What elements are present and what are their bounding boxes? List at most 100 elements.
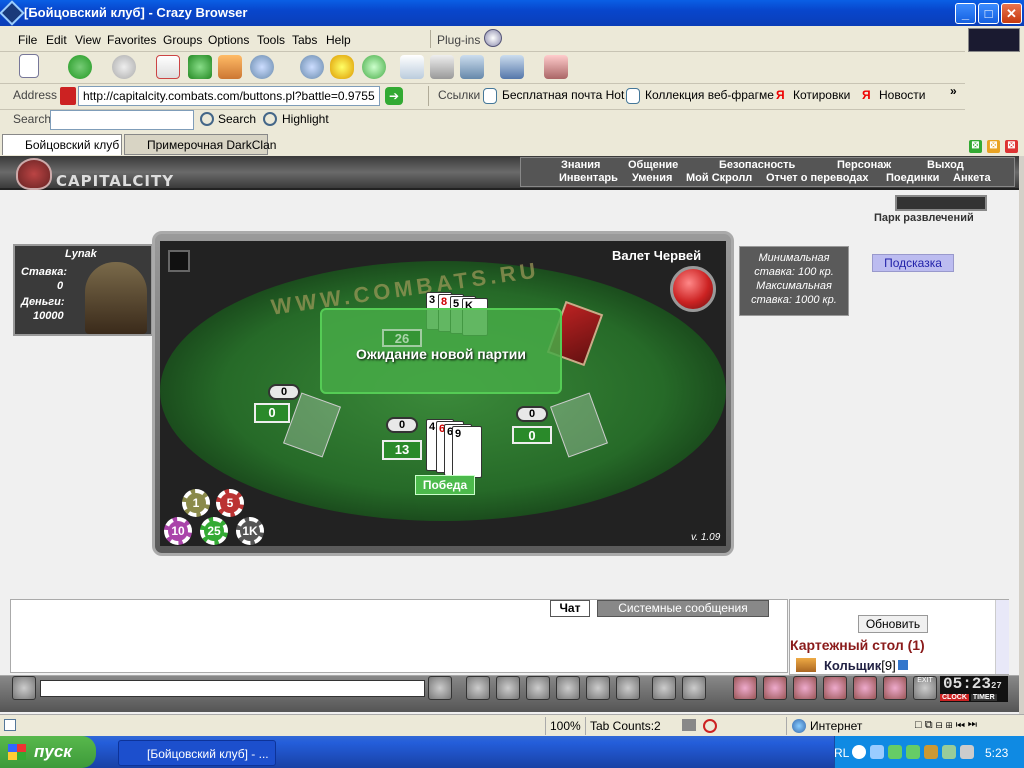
bag-icon[interactable]: [733, 676, 757, 700]
nav-inventory[interactable]: Инвентарь: [559, 172, 618, 184]
nav-security[interactable]: Безопасность: [719, 159, 795, 171]
favorites-star-icon[interactable]: [330, 55, 354, 79]
hands-icon[interactable]: [616, 676, 640, 700]
tray-clock[interactable]: 5:23: [985, 746, 1008, 760]
nav-transfer-report[interactable]: Отчет о переводах: [766, 172, 869, 184]
menu-view[interactable]: View: [75, 33, 101, 47]
tray-app-icon[interactable]: [906, 745, 920, 759]
scroll-icon[interactable]: [763, 676, 787, 700]
tray-network-icon[interactable]: [870, 745, 884, 759]
tab-fight-club[interactable]: Бойцовский клуб: [2, 134, 122, 155]
print-icon[interactable]: [430, 55, 454, 79]
tray-app-icon[interactable]: [888, 745, 902, 759]
link-hotmail[interactable]: Бесплатная почта Hot: [502, 88, 624, 102]
block-icon[interactable]: [703, 719, 717, 733]
plugins-label[interactable]: Plug-ins: [437, 33, 480, 47]
menu-help[interactable]: Help: [326, 33, 351, 47]
tab-layout-icons[interactable]: □ ⧉ ⊟ ⊞ ⏮ ⏭: [915, 719, 977, 732]
tray-app-icon[interactable]: [924, 745, 938, 759]
flag-icon[interactable]: [883, 676, 907, 700]
back-icon[interactable]: [68, 55, 92, 79]
house-icon[interactable]: [853, 676, 877, 700]
menu-file[interactable]: File: [18, 33, 37, 47]
chip-1k[interactable]: 1K: [236, 517, 264, 545]
columns-icon[interactable]: [544, 55, 568, 79]
address-input[interactable]: http://capitalcity.combats.com/buttons.p…: [78, 86, 380, 106]
forward-icon[interactable]: [112, 55, 136, 79]
window-icon[interactable]: [460, 55, 484, 79]
player-list-item[interactable]: Кольщик[9]: [824, 658, 908, 673]
taskbar-item-browser[interactable]: [Бойцовский клуб] - ...: [118, 740, 276, 766]
stop-icon[interactable]: [156, 55, 180, 79]
clock-label[interactable]: CLOCK: [940, 694, 969, 701]
table-menu-button[interactable]: [168, 250, 190, 272]
tray-back-icon[interactable]: [852, 745, 866, 759]
title-bar[interactable]: [Бойцовский клуб] - Crazy Browser _ □ ✕: [0, 0, 1024, 26]
nav-exit[interactable]: Выход: [927, 159, 964, 171]
tab-system-messages[interactable]: Системные сообщения: [597, 600, 769, 617]
percent-icon[interactable]: [586, 676, 610, 700]
menu-tabs[interactable]: Tabs: [292, 33, 317, 47]
chip-25[interactable]: 25: [200, 517, 228, 545]
hint-button[interactable]: Подсказка: [872, 254, 954, 272]
nav-communication[interactable]: Общение: [628, 159, 678, 171]
layout-icon[interactable]: [500, 55, 524, 79]
run-icon[interactable]: [556, 676, 580, 700]
players-scrollbar[interactable]: [995, 600, 1009, 674]
link-news[interactable]: Новости: [879, 88, 925, 102]
chip-10[interactable]: 10: [164, 517, 192, 545]
new-window-icon[interactable]: [19, 54, 39, 78]
history-icon[interactable]: [362, 55, 386, 79]
search-icon[interactable]: [300, 55, 324, 79]
fist-icon[interactable]: [12, 676, 36, 700]
links-chevron-icon[interactable]: »: [950, 84, 957, 98]
link-web-fragments[interactable]: Коллекция веб-фрагме: [645, 88, 774, 102]
menu-favorites[interactable]: Favorites: [107, 33, 156, 47]
tab-chat[interactable]: Чат: [550, 600, 590, 617]
nav-knowledge[interactable]: Знания: [561, 159, 600, 171]
tray-app-icon[interactable]: [942, 745, 956, 759]
go-arrow-icon[interactable]: ➔: [385, 87, 403, 105]
menu-groups[interactable]: Groups: [163, 33, 202, 47]
close-button[interactable]: ✕: [1001, 3, 1022, 24]
zoom-icon[interactable]: [250, 55, 274, 79]
player-list-name[interactable]: Кольщик: [824, 658, 881, 673]
menu-options[interactable]: Options: [208, 33, 249, 47]
mail-icon[interactable]: [400, 55, 424, 79]
smile-icon[interactable]: [652, 676, 676, 700]
filter-icon[interactable]: [496, 676, 520, 700]
home-icon[interactable]: [218, 55, 242, 79]
info-icon[interactable]: [897, 660, 908, 670]
refresh-button[interactable]: Обновить: [858, 615, 928, 633]
plugin-icon[interactable]: [484, 29, 502, 47]
menu-tools[interactable]: Tools: [257, 33, 285, 47]
search-button[interactable]: Search: [218, 112, 256, 126]
nav-my-scroll[interactable]: Мой Скролл: [686, 172, 752, 184]
highlight-button[interactable]: Highlight: [282, 112, 329, 126]
maximize-button[interactable]: □: [978, 3, 999, 24]
eraser-icon[interactable]: [466, 676, 490, 700]
armor-icon[interactable]: [823, 676, 847, 700]
tools-icon[interactable]: [682, 676, 706, 700]
chip-1[interactable]: 1: [182, 489, 210, 517]
timer-label[interactable]: TIMER: [970, 694, 997, 701]
link-quotes[interactable]: Котировки: [793, 88, 850, 102]
nav-battles[interactable]: Поединки: [886, 172, 939, 184]
chip-5[interactable]: 5: [216, 489, 244, 517]
chat-input[interactable]: [40, 680, 425, 697]
send-icon[interactable]: [428, 676, 452, 700]
nav-skills[interactable]: Умения: [632, 172, 672, 184]
nav-character[interactable]: Персонаж: [837, 159, 891, 171]
exit-icon[interactable]: EXIT: [913, 676, 937, 700]
save-icon[interactable]: [526, 676, 550, 700]
zoom-level[interactable]: 100%: [550, 719, 581, 733]
search-input[interactable]: [50, 110, 194, 130]
park-link[interactable]: Парк развлечений: [874, 212, 974, 224]
tray-volume-icon[interactable]: [960, 745, 974, 759]
refresh-icon[interactable]: [188, 55, 212, 79]
language-indicator[interactable]: RL: [834, 746, 849, 760]
helmet-icon[interactable]: [793, 676, 817, 700]
nav-profile[interactable]: Анкета: [953, 172, 991, 184]
deal-button[interactable]: [670, 266, 716, 312]
menu-edit[interactable]: Edit: [46, 33, 67, 47]
